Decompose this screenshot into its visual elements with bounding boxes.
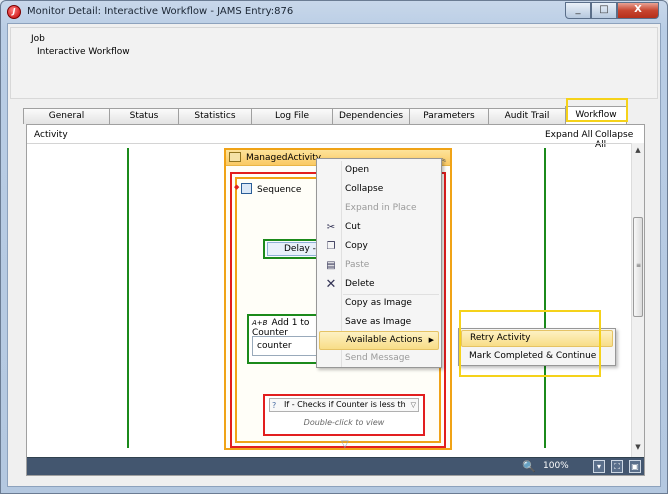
- menu-item-copy[interactable]: ❐ Copy: [319, 237, 439, 256]
- zoom-dropdown-icon[interactable]: ▾: [593, 460, 605, 473]
- menu-label: Open: [345, 165, 370, 175]
- menu-item-collapse[interactable]: Collapse: [319, 180, 439, 199]
- menu-item-expand-in-place: Expand in Place: [319, 199, 439, 218]
- expand-chevron-icon[interactable]: ▽: [411, 399, 416, 411]
- activity-bar: Activity Expand All Collapse All: [27, 125, 644, 150]
- menu-label: Send Message: [345, 353, 410, 363]
- if-title: If - Checks if Counter is less th: [284, 400, 406, 409]
- menu-label: Copy: [345, 241, 368, 251]
- scroll-grip-icon: ≡: [636, 262, 642, 269]
- highlight-annotation-workflow-tab: [566, 98, 628, 122]
- if-condition-icon: ?: [272, 401, 277, 410]
- sequence-title: Sequence: [241, 183, 301, 195]
- swimlane-line: [127, 148, 129, 448]
- tab-dependencies[interactable]: Dependencies: [332, 108, 410, 124]
- breakpoint-marker-icon: ◆: [234, 183, 240, 191]
- jams-app-icon: J: [7, 5, 21, 19]
- window-title: Monitor Detail: Interactive Workflow - J…: [27, 6, 294, 17]
- tab-status[interactable]: Status: [109, 108, 179, 124]
- menu-item-save-as-image[interactable]: Save as Image: [319, 313, 439, 332]
- tab-statistics[interactable]: Statistics: [178, 108, 252, 124]
- detail-tabs: General Status Statistics Log File Depen…: [23, 106, 627, 124]
- swimlane-line: [544, 148, 546, 448]
- overview-map-icon[interactable]: ▣: [629, 460, 641, 473]
- sequence-label: Sequence: [257, 185, 302, 195]
- delete-x-icon: ✕: [325, 277, 337, 292]
- copy-icon: ❐: [326, 241, 336, 252]
- highlight-annotation-actions: [459, 310, 601, 377]
- maximize-button[interactable]: □: [591, 2, 617, 19]
- menu-label: Copy as Image: [345, 298, 412, 308]
- menu-label: Collapse: [345, 184, 384, 194]
- menu-label: Paste: [345, 260, 370, 270]
- fit-to-screen-icon[interactable]: ⛶: [611, 460, 623, 473]
- expand-all-link[interactable]: Expand All: [545, 130, 593, 140]
- menu-label: Expand in Place: [345, 203, 417, 213]
- context-menu: Open Collapse Expand in Place ✂ Cut ❐ Copy…: [316, 158, 442, 368]
- paste-icon: ▤: [326, 260, 336, 271]
- if-double-click-hint: Double-click to view: [303, 418, 385, 427]
- tab-parameters[interactable]: Parameters: [409, 108, 489, 124]
- scroll-down-icon[interactable]: ▼: [634, 443, 642, 451]
- job-info-panel: Job Interactive Workflow: [10, 27, 658, 99]
- menu-item-delete[interactable]: ✕ Delete: [319, 275, 439, 294]
- if-activity[interactable]: ? If - Checks if Counter is less th ▽ Do…: [263, 394, 425, 436]
- zoom-level: 100%: [543, 461, 569, 471]
- menu-label: Cut: [345, 222, 361, 232]
- menu-item-cut[interactable]: ✂ Cut: [319, 218, 439, 237]
- tab-log-file[interactable]: Log File: [251, 108, 333, 124]
- window-controls: _ □ X: [565, 2, 659, 19]
- scroll-up-icon[interactable]: ▲: [634, 146, 642, 154]
- tab-general[interactable]: General: [23, 108, 110, 124]
- menu-item-available-actions[interactable]: Available Actions ▶: [319, 331, 439, 350]
- submenu-arrow-icon: ▶: [428, 336, 434, 344]
- menu-item-copy-as-image[interactable]: Copy as Image: [319, 294, 439, 313]
- menu-item-paste: ▤ Paste: [319, 256, 439, 275]
- tab-audit-trail[interactable]: Audit Trail: [488, 108, 566, 124]
- job-label: Job: [31, 34, 45, 44]
- if-title-bar: ? If - Checks if Counter is less th ▽: [269, 398, 419, 412]
- designer-status-strip: 🔍 100% ▾ ⛶ ▣: [27, 457, 644, 475]
- minimize-button[interactable]: _: [565, 2, 591, 19]
- sequence-icon: [241, 183, 252, 194]
- scroll-thumb[interactable]: ≡: [633, 217, 643, 317]
- menu-item-send-message: Send Message: [319, 349, 439, 368]
- menu-label: Available Actions: [346, 335, 423, 345]
- drop-arrow-icon: ▽: [341, 439, 349, 450]
- managed-activity-title: ManagedActivity: [246, 153, 322, 163]
- menu-label: Delete: [345, 279, 375, 289]
- zoom-magnifier-icon[interactable]: 🔍: [522, 460, 536, 473]
- job-name: Interactive Workflow: [37, 47, 130, 57]
- menu-label: Save as Image: [345, 317, 412, 327]
- activity-label: Activity: [34, 130, 68, 140]
- scissors-icon: ✂: [326, 222, 336, 233]
- menu-item-open[interactable]: Open: [319, 161, 439, 180]
- folder-icon: [229, 152, 241, 162]
- assign-icon: A+B: [252, 319, 268, 327]
- close-button[interactable]: X: [617, 2, 659, 19]
- vertical-scrollbar[interactable]: ▲ ≡ ▼: [631, 143, 644, 457]
- title-bar[interactable]: J Monitor Detail: Interactive Workflow -…: [1, 1, 667, 23]
